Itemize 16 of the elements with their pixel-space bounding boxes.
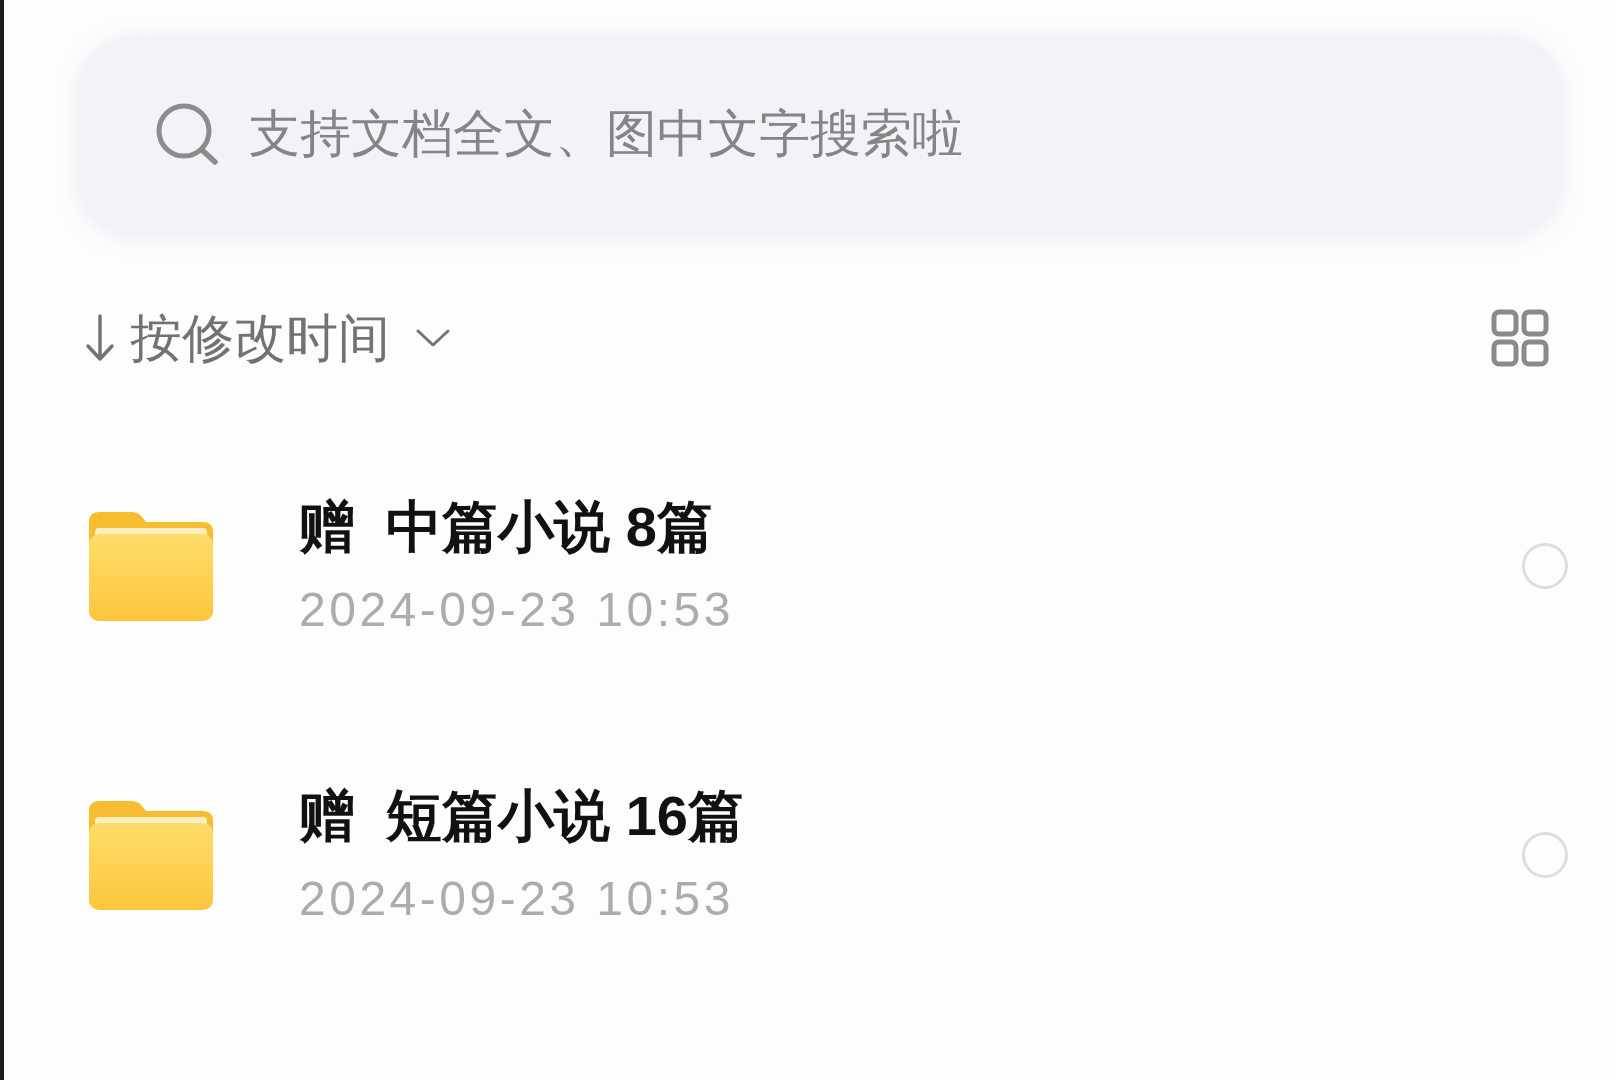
modified-time: 2024-09-23 10:53 (299, 582, 734, 637)
grid-view-button[interactable] (1490, 308, 1550, 368)
select-radio[interactable] (1522, 542, 1568, 589)
search-icon (155, 102, 219, 166)
search-input[interactable]: 支持文档全文、图中文字搜索啦 (249, 95, 1520, 173)
search-bar[interactable]: 支持文档全文、图中文字搜索啦 (80, 36, 1560, 232)
arrow-down-icon (84, 314, 116, 362)
modified-time: 2024-09-23 10:53 (299, 871, 734, 926)
chevron-down-icon (416, 328, 450, 348)
select-radio[interactable] (1522, 831, 1568, 878)
grid-icon (1491, 309, 1549, 367)
folder-icon (89, 799, 213, 910)
folder-name: 赠 中篇小说 8篇 (299, 494, 713, 559)
sort-button[interactable]: 按修改时间 (84, 308, 450, 368)
folder-icon (89, 510, 213, 621)
folder-name: 赠 短篇小说 16篇 (299, 783, 744, 848)
